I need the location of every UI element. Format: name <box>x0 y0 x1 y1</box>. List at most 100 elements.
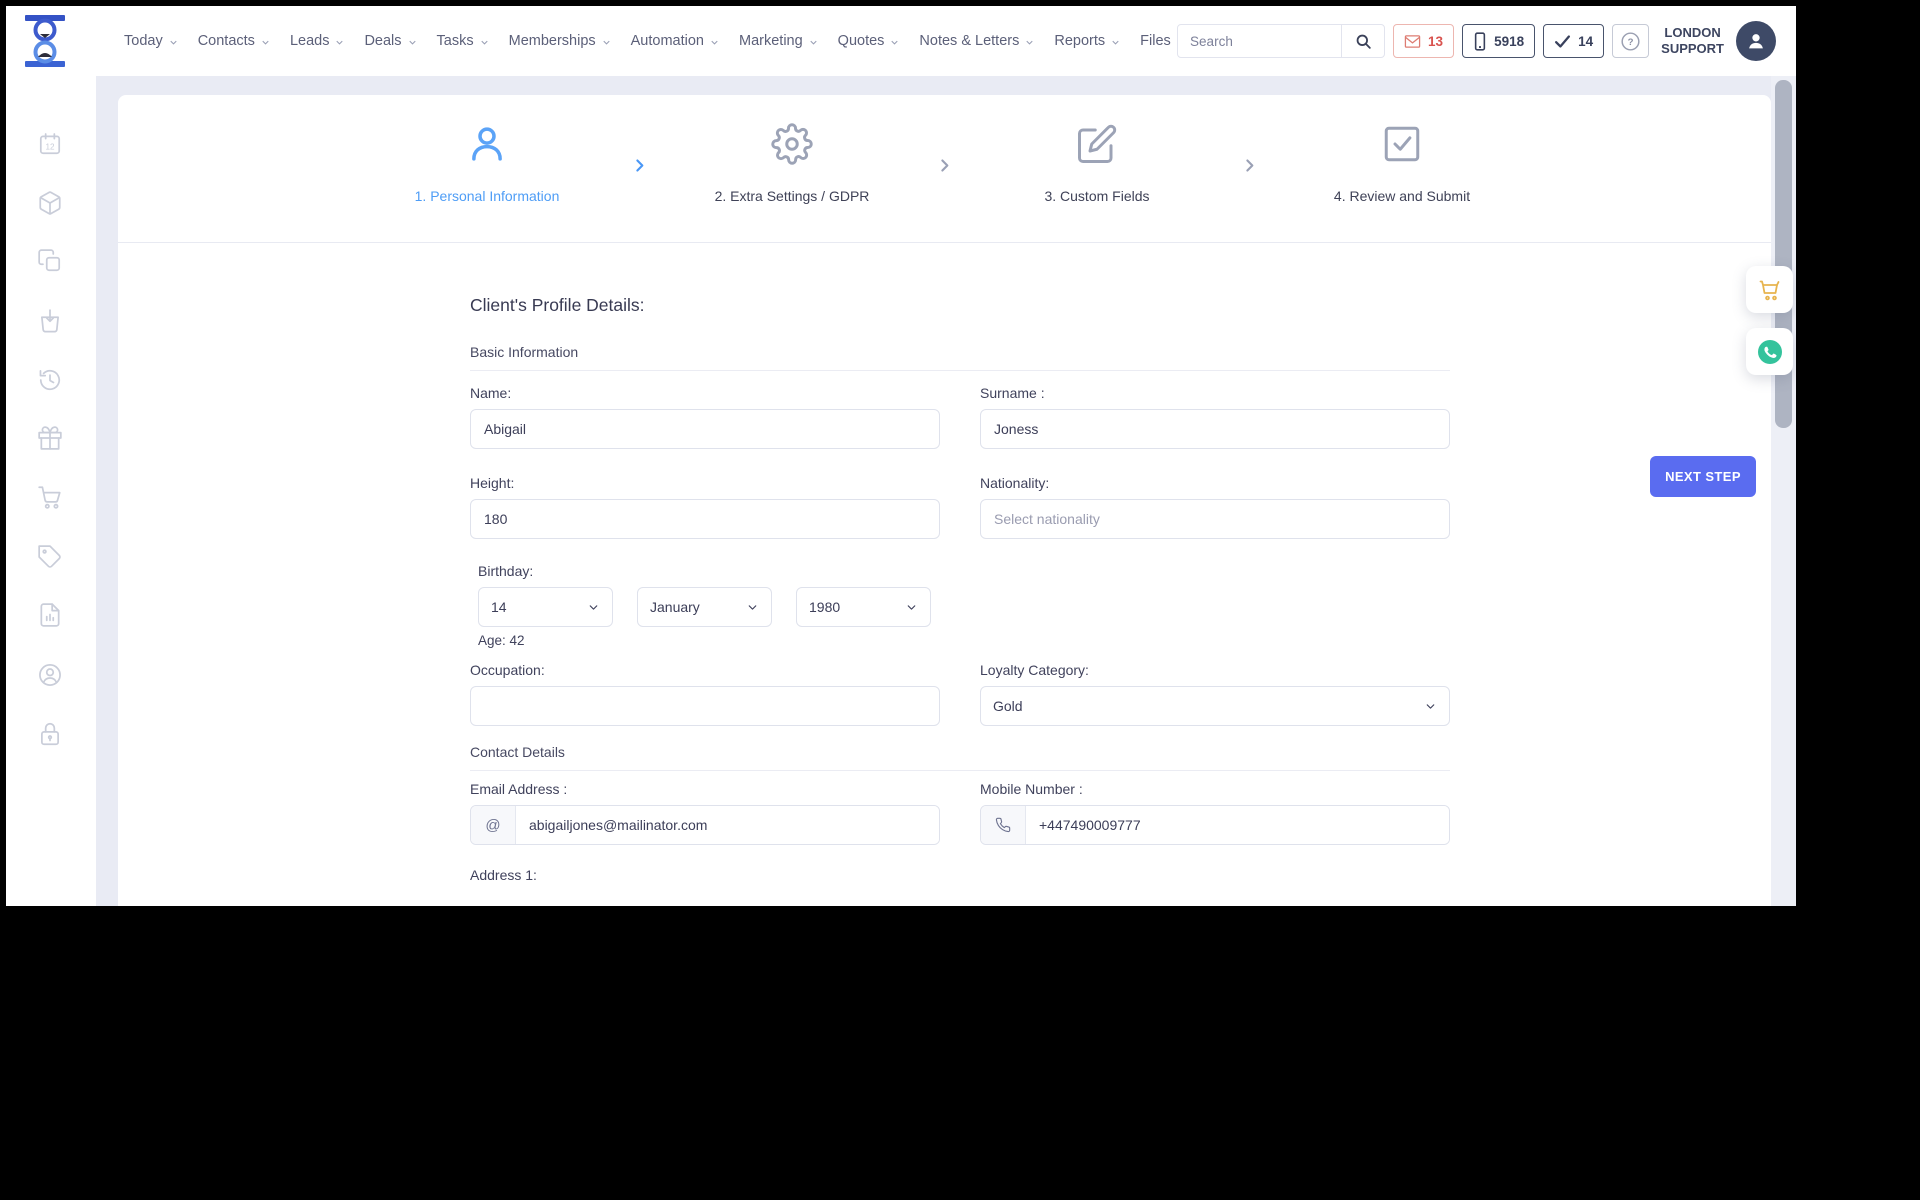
wizard-step-review-submit[interactable]: 4. Review and Submit <box>1285 123 1520 204</box>
sidebar-item-orders[interactable] <box>37 308 65 336</box>
help-button[interactable]: ? <box>1612 24 1650 58</box>
tasks-badge-button[interactable]: 14 <box>1543 24 1605 58</box>
section-basic-information: Basic Information <box>470 344 579 360</box>
email-label: Email Address : <box>470 781 568 797</box>
nav-label: Leads <box>289 33 330 49</box>
email-input-group: @ <box>470 805 940 845</box>
birthday-year-value: 1980 <box>809 599 841 615</box>
person-icon <box>1749 34 1763 49</box>
sidebar-item-products[interactable] <box>37 190 65 218</box>
checkmark-icon <box>1555 34 1571 48</box>
chevron-right-icon <box>941 159 949 172</box>
nav-item-notes-letters[interactable]: Notes & Letters <box>919 33 1035 49</box>
nav-item-deals[interactable]: Deals <box>364 33 417 49</box>
scrollbar-thumb[interactable] <box>1775 80 1792 428</box>
wizard-step-custom-fields[interactable]: 3. Custom Fields <box>980 123 1215 204</box>
height-input[interactable] <box>470 499 940 539</box>
envelope-icon <box>1404 34 1421 48</box>
search-button[interactable] <box>1341 25 1384 57</box>
user-avatar[interactable] <box>1736 21 1776 61</box>
surname-label: Surname : <box>980 385 1045 401</box>
app-logo[interactable] <box>20 13 70 74</box>
nav-item-quotes[interactable]: Quotes <box>838 33 901 49</box>
shopping-cart-icon <box>1759 280 1779 300</box>
nav-item-files[interactable]: Files <box>1140 33 1171 49</box>
phone-icon <box>981 806 1026 844</box>
top-navbar: Today Contacts Leads Deals Tasks Members… <box>6 6 1796 76</box>
sidebar-item-duplicates[interactable] <box>37 248 65 276</box>
wizard-step-personal-information[interactable]: 1. Personal Information <box>370 123 605 204</box>
birthday-day-select[interactable]: 14 <box>478 587 613 627</box>
chevron-down-icon <box>589 604 598 610</box>
chevron-down-icon <box>262 40 269 45</box>
chevron-down-icon <box>480 40 488 45</box>
birthday-month-select[interactable]: January <box>637 587 772 627</box>
birthday-year-select[interactable]: 1980 <box>796 587 931 627</box>
report-chart-icon <box>40 603 60 627</box>
nav-item-reports[interactable]: Reports <box>1054 33 1121 49</box>
wizard-steps: 1. Personal Information 2. Extra Setting… <box>118 95 1771 243</box>
shopping-cart-icon <box>38 486 61 509</box>
calls-badge-button[interactable]: 5918 <box>1462 24 1536 58</box>
section-contact-details: Contact Details <box>470 744 565 760</box>
sidebar-item-calendar[interactable]: 12 <box>37 131 65 159</box>
sidebar-item-security[interactable] <box>37 721 65 749</box>
surname-input[interactable] <box>980 409 1450 449</box>
floating-cart-button[interactable] <box>1746 266 1793 313</box>
package-icon <box>39 191 61 215</box>
birthday-month-value: January <box>650 599 700 615</box>
wizard-step-extra-settings[interactable]: 2. Extra Settings / GDPR <box>675 123 910 204</box>
nav-item-automation[interactable]: Automation <box>631 33 720 49</box>
user-circle-icon <box>39 664 61 686</box>
nationality-label: Nationality: <box>980 475 1050 491</box>
search-box <box>1177 24 1386 58</box>
whatsapp-icon <box>1757 339 1782 364</box>
mobile-label: Mobile Number : <box>980 781 1083 797</box>
nav-label: Quotes <box>837 33 885 49</box>
search-input[interactable] <box>1178 25 1342 57</box>
chevron-down-icon <box>748 604 757 610</box>
at-icon: @ <box>471 806 516 844</box>
calendar-icon: 12 <box>39 133 61 155</box>
mobile-input[interactable] <box>1026 806 1449 844</box>
chevron-down-icon <box>810 40 817 45</box>
wizard-step-label: 2. Extra Settings / GDPR <box>714 188 870 204</box>
nationality-input[interactable] <box>980 499 1450 539</box>
sidebar-item-promotions[interactable] <box>37 544 65 572</box>
copy-icon <box>38 249 61 272</box>
sidebar-item-cart[interactable] <box>37 484 65 512</box>
sidebar-item-reports[interactable] <box>37 602 65 630</box>
loyalty-category-select[interactable]: Gold <box>980 686 1450 726</box>
nav-label: Reports <box>1054 33 1106 49</box>
sidebar-item-account[interactable] <box>37 662 65 690</box>
chevron-down-icon <box>907 604 916 610</box>
birthday-day-value: 14 <box>491 599 507 615</box>
client-profile-form: Client's Profile Details: Basic Informat… <box>118 243 1450 883</box>
nav-item-leads[interactable]: Leads <box>290 33 346 49</box>
scrollbar-track[interactable] <box>1771 76 1796 906</box>
search-icon <box>1356 34 1371 49</box>
form-row-occupation-loyalty: Occupation: Loyalty Category: Gold <box>470 662 1450 726</box>
chevron-down-icon <box>336 40 344 45</box>
nav-item-marketing[interactable]: Marketing <box>739 33 819 49</box>
step-separator <box>1215 157 1285 174</box>
chevron-right-icon <box>1246 159 1254 172</box>
floating-whatsapp-button[interactable] <box>1746 328 1793 375</box>
messages-badge-button[interactable]: 13 <box>1393 24 1455 58</box>
nav-label: Deals <box>364 33 402 49</box>
section-divider <box>470 770 1450 771</box>
nav-item-contacts[interactable]: Contacts <box>198 33 271 49</box>
name-input[interactable] <box>470 409 940 449</box>
next-step-button[interactable]: NEXT STEP <box>1650 456 1756 497</box>
nav-item-memberships[interactable]: Memberships <box>509 33 612 49</box>
height-label: Height: <box>470 475 515 491</box>
sidebar-item-gifts[interactable] <box>37 425 65 453</box>
occupation-input[interactable] <box>470 686 940 726</box>
chevron-down-icon <box>1426 703 1435 709</box>
email-input[interactable] <box>516 806 939 844</box>
nav-item-today[interactable]: Today <box>124 33 179 49</box>
sidebar-item-history[interactable] <box>37 367 65 395</box>
nav-item-tasks[interactable]: Tasks <box>437 33 490 49</box>
nav-label: Contacts <box>197 33 255 49</box>
check-square-icon <box>1381 123 1423 170</box>
